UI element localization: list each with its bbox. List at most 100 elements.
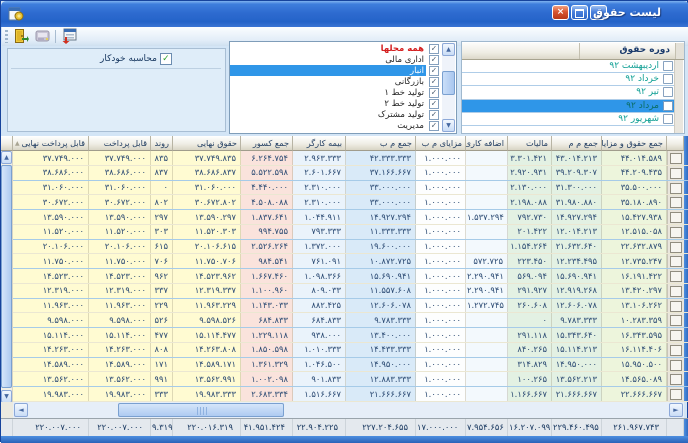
grid-cell[interactable]: ۱۵.۴۲۷.۹۳۸ bbox=[602, 210, 667, 224]
grid-cell[interactable]: ۲۰۱.۴۲۲ bbox=[508, 225, 552, 239]
grid-cell[interactable]: ۱۷۱ bbox=[151, 358, 173, 372]
location-checkbox[interactable]: ✓ bbox=[429, 55, 439, 65]
grid-cell[interactable]: ۱۵.۹۵۰.۵۰۰ bbox=[602, 358, 667, 372]
grid-cell[interactable]: ۳۰۳ bbox=[151, 225, 173, 239]
grid-cell[interactable]: ۸۸۲.۴۲۵ bbox=[293, 299, 346, 313]
period-row[interactable]: خرداد ۹۲ bbox=[462, 73, 676, 86]
grid-cell[interactable]: ۵۲۶ bbox=[151, 313, 173, 327]
grid-cell[interactable]: ۴.۵۰۸.۰۸۸ bbox=[241, 195, 293, 209]
grid-cell[interactable]: ۲.۶۰۱.۶۶۷ bbox=[293, 166, 346, 180]
location-item[interactable]: تولید خط ۲✓ bbox=[230, 98, 442, 109]
location-checkbox[interactable]: ✓ bbox=[429, 110, 439, 120]
grid-cell[interactable]: ۱.۰۰۲.۰۹۸ bbox=[241, 372, 293, 386]
grid-cell[interactable]: ۲۲۹ bbox=[151, 299, 173, 313]
grid-cell[interactable]: ۱.۸۳۷.۶۴۱ bbox=[241, 210, 293, 224]
grid-cell[interactable]: ۶۸۴.۸۳۳ bbox=[293, 313, 346, 327]
table-row[interactable]: ۱۹.۹۸۳.۰۰۰۱۹.۹۸۳.۰۰۰۳۳۳۱۹.۹۸۳.۳۳۳۲.۶۸۳.۳… bbox=[1, 387, 688, 402]
location-item[interactable]: تولید خط ۱✓ bbox=[230, 87, 442, 98]
grid-cell[interactable]: ۳۷.۷۴۹.۰۰۰ bbox=[89, 151, 151, 165]
scroll-up-button[interactable]: ▲ bbox=[1, 151, 12, 164]
grid-cell[interactable]: ۱.۰۰۰.۰۰۰ bbox=[416, 225, 466, 239]
grid-cell[interactable]: ۶۱۵ bbox=[151, 240, 173, 254]
grid-cell[interactable]: ۱۱.۷۵۰.۷۰۶ bbox=[173, 254, 241, 268]
period-checkbox[interactable] bbox=[663, 61, 673, 71]
row-indicator[interactable] bbox=[667, 372, 684, 386]
grid-cell[interactable]: ۵.۵۲۲.۵۹۸ bbox=[241, 166, 293, 180]
grid-cell[interactable] bbox=[466, 240, 508, 254]
grid-cell[interactable]: ۲.۱۳۰.۰۰۰ bbox=[508, 181, 552, 195]
grid-cell[interactable]: ۴.۴۴۰.۰۰۰ bbox=[241, 181, 293, 195]
grid-cell[interactable]: ۳۵.۱۸۰.۸۹۰ bbox=[602, 195, 667, 209]
grid-cell[interactable]: ۱.۰۰۰.۰۰۰ bbox=[416, 328, 466, 342]
grid-cell[interactable]: ۱.۳۷۲.۰۰۰ bbox=[293, 240, 346, 254]
location-item[interactable]: انبار✓ bbox=[230, 65, 442, 76]
grid-cell[interactable]: ۴۴.۰۱۴.۵۸۹ bbox=[602, 151, 667, 165]
grid-cell[interactable]: ۲.۳۱۰.۰۰۰ bbox=[293, 195, 346, 209]
grid-cell[interactable]: ۱۲.۳۱۹.۳۳۷ bbox=[173, 284, 241, 298]
grid-cell[interactable]: ۳.۳۰۱.۴۲۱ bbox=[508, 151, 552, 165]
grid-cell[interactable]: ۲.۲۹۰.۹۴۱ bbox=[466, 269, 508, 283]
column-header[interactable]: جمع حقوق و مزایا bbox=[602, 136, 667, 151]
row-indicator[interactable] bbox=[667, 181, 684, 195]
grid-cell[interactable]: ۸۰۸ bbox=[151, 343, 173, 357]
grid-cell[interactable]: ۲۶۰.۶۰۸ bbox=[508, 299, 552, 313]
grid-cell[interactable]: ۳۱۴.۸۲۹ bbox=[508, 358, 552, 372]
row-indicator[interactable] bbox=[667, 343, 684, 357]
grid-cell[interactable]: ۱۴.۵۲۳.۰۰۰ bbox=[13, 269, 89, 283]
grid-cell[interactable]: ۱۶.۱۹۱.۴۲۲ bbox=[602, 269, 667, 283]
grid-cell[interactable]: ۸۴۰.۲۶۵ bbox=[508, 343, 552, 357]
grid-cell[interactable]: ۱۲.۶۰۶.۰۷۸ bbox=[346, 299, 416, 313]
grid-cell[interactable] bbox=[466, 151, 508, 165]
grid-cell[interactable]: ۳۳۷ bbox=[151, 284, 173, 298]
grid-cell[interactable]: ۳۷.۷۴۹.۰۰۰ bbox=[13, 151, 89, 165]
grid-cell[interactable]: ۲.۵۲۶.۲۶۴ bbox=[241, 240, 293, 254]
grid-cell[interactable]: ۸۳۵ bbox=[151, 151, 173, 165]
grid-cell[interactable]: ۱.۰۴۴.۹۱۱ bbox=[293, 210, 346, 224]
location-checkbox[interactable]: ✓ bbox=[429, 66, 439, 76]
grid-cell[interactable]: ۳۱.۰۶۰.۰۰۰ bbox=[13, 181, 89, 195]
grid-cell[interactable]: ۱۴.۴۳۳.۳۳۳ bbox=[346, 343, 416, 357]
grid-cell[interactable]: ۳۸.۶۸۶.۰۰۰ bbox=[89, 166, 151, 180]
grid-cell[interactable]: ۱.۰۰۰.۰۰۰ bbox=[416, 195, 466, 209]
grid-cell[interactable]: ۴۲.۳۳۳.۳۳۳ bbox=[346, 151, 416, 165]
period-checkbox[interactable] bbox=[663, 114, 673, 124]
grid-cell[interactable]: ۱.۱۴۳.۰۳۳ bbox=[241, 299, 293, 313]
location-item[interactable]: تولید مشترک✓ bbox=[230, 110, 442, 121]
location-checkbox[interactable]: ✓ bbox=[429, 88, 439, 98]
grid-cell[interactable]: ۹.۵۹۸.۵۲۶ bbox=[173, 313, 241, 327]
grid-cell[interactable]: ۲۱.۶۶۶.۶۶۷ bbox=[346, 387, 416, 401]
grid-cell[interactable]: ۹۰۱.۸۳۳ bbox=[293, 372, 346, 386]
grid-cell[interactable]: ۹۹۱ bbox=[151, 372, 173, 386]
maximize-button[interactable] bbox=[571, 5, 588, 20]
table-row[interactable]: ۱۱.۵۲۰.۰۰۰۱۱.۵۲۰.۰۰۰۳۰۳۱۱.۵۲۰.۳۰۳۹۹۴.۷۵۵… bbox=[1, 225, 688, 240]
grid-cell[interactable]: ۶۸۴.۸۳۳ bbox=[241, 313, 293, 327]
grid-cell[interactable]: ۱۱.۹۶۳.۰۰۰ bbox=[13, 299, 89, 313]
grid-cell[interactable]: ۸۰۹.۰۳۳ bbox=[293, 284, 346, 298]
grid-cell[interactable]: ۱۳.۵۶۲.۰۰۰ bbox=[89, 372, 151, 386]
grid-cell[interactable]: ۴۷۷ bbox=[151, 328, 173, 342]
grid-cell[interactable] bbox=[466, 328, 508, 342]
grid-cell[interactable] bbox=[466, 195, 508, 209]
table-row[interactable]: ۱۳.۵۶۲.۰۰۰۱۳.۵۶۲.۰۰۰۹۹۱۱۳.۵۶۲.۹۹۱۱.۰۰۲.۰… bbox=[1, 372, 688, 387]
grid-cell[interactable]: ۱۴.۵۸۹.۰۰۰ bbox=[13, 358, 89, 372]
period-row[interactable]: تیر ۹۲ bbox=[462, 86, 676, 99]
grid-cell[interactable]: ۱۴.۹۲۷.۲۹۴ bbox=[552, 210, 602, 224]
table-row[interactable]: ۱۴.۵۸۹.۰۰۰۱۴.۵۸۹.۰۰۰۱۷۱۱۴.۵۸۹.۱۷۱۱.۳۶۱.۳… bbox=[1, 358, 688, 373]
grid-cell[interactable]: ۸۰۲ bbox=[151, 195, 173, 209]
grid-cell[interactable]: ۲۹۱.۹۲۷ bbox=[508, 284, 552, 298]
salary-grid[interactable]: ۳۷.۷۴۹.۰۰۰۳۷.۷۴۹.۰۰۰۸۳۵۳۷.۷۴۹.۸۳۵۶.۲۶۴.۷… bbox=[1, 151, 688, 402]
grid-cell[interactable]: ۱۳.۵۹۰.۲۹۷ bbox=[173, 210, 241, 224]
table-row[interactable]: ۱۵.۱۱۴.۰۰۰۱۵.۱۱۴.۰۰۰۴۷۷۱۵.۱۱۴.۴۷۷۱.۲۲۹.۱… bbox=[1, 328, 688, 343]
grid-cell[interactable]: ۱.۱۵۴.۲۶۴ bbox=[508, 240, 552, 254]
grid-cell[interactable]: ۹.۵۹۸.۰۰۰ bbox=[13, 313, 89, 327]
grid-cell[interactable]: ۱۹.۹۸۳.۰۰۰ bbox=[89, 387, 151, 401]
grid-cell[interactable] bbox=[466, 313, 508, 327]
grid-cell[interactable]: ۷۰۶ bbox=[151, 254, 173, 268]
grid-cell[interactable] bbox=[466, 387, 508, 401]
grid-cell[interactable]: ۱.۰۰۰.۰۰۰ bbox=[416, 284, 466, 298]
grid-cell[interactable]: ۹۹۴.۷۵۵ bbox=[241, 225, 293, 239]
grid-cell[interactable]: ۱۲.۵۱۵.۰۵۸ bbox=[602, 225, 667, 239]
grid-cell[interactable]: ۱۶.۳۴۳.۵۹۵ bbox=[602, 328, 667, 342]
row-indicator[interactable] bbox=[667, 254, 684, 268]
grid-cell[interactable]: ۹۳۸.۰۰۰ bbox=[293, 328, 346, 342]
